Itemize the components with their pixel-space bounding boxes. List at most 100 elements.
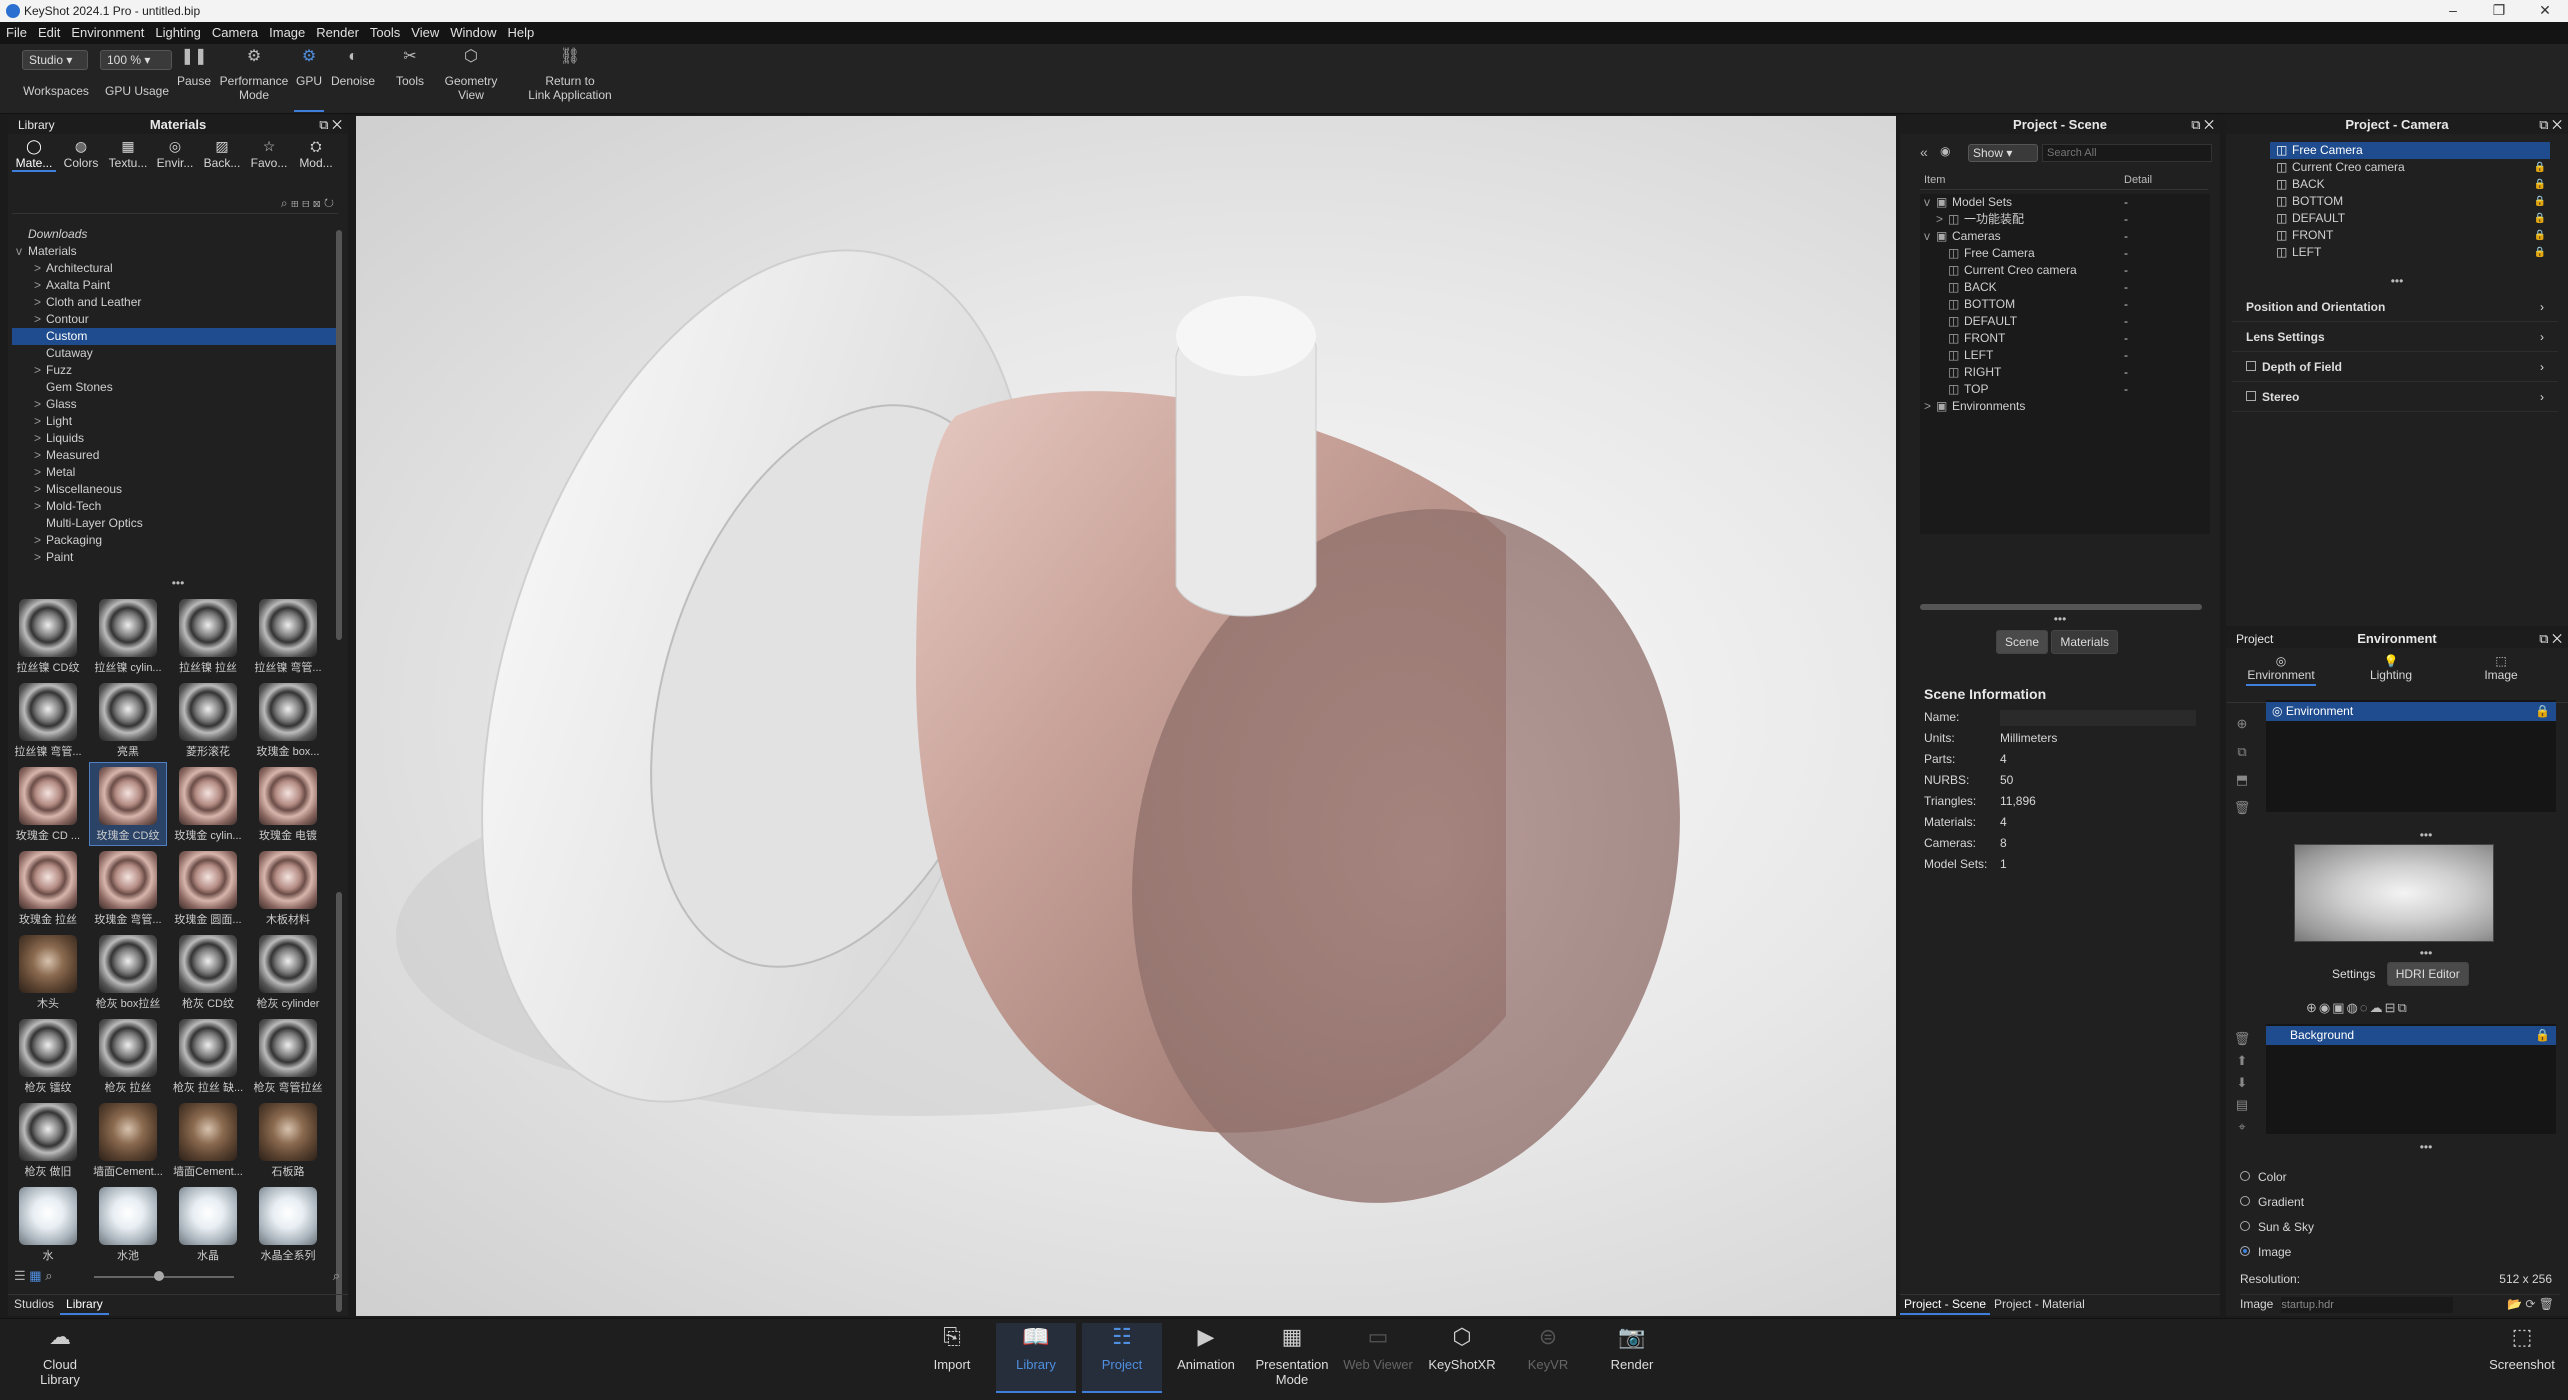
- lock-icon[interactable]: 🔒: [2534, 244, 2546, 261]
- camera-list-item[interactable]: ◫ Free Camera: [2270, 142, 2550, 159]
- show-select[interactable]: Show ▾: [1968, 144, 2038, 162]
- splitter-handle[interactable]: •••: [2226, 828, 2568, 842]
- material-thumbnail[interactable]: 枪灰 做旧: [10, 1099, 86, 1181]
- camera-list-item[interactable]: ◫ DEFAULT 🔒: [2270, 210, 2550, 227]
- minimize-icon[interactable]: –: [2430, 2, 2476, 18]
- lock-icon[interactable]: 🔒: [2534, 227, 2546, 244]
- background-item[interactable]: Background 🔒: [2266, 1026, 2556, 1045]
- add-environment-icon[interactable]: ⊕: [2232, 710, 2252, 738]
- geometry-view-button[interactable]: ⬡ Geometry View: [436, 49, 506, 103]
- expand-icon[interactable]: >: [34, 498, 46, 515]
- material-thumbnail[interactable]: 枪灰 镭纹: [10, 1015, 86, 1097]
- expand-icon[interactable]: >: [34, 481, 46, 498]
- expand-icon[interactable]: >: [34, 447, 46, 464]
- tree-item[interactable]: > Contour: [12, 311, 338, 328]
- tab-project-scene[interactable]: Project - Scene: [1900, 1295, 1991, 1315]
- background-radio[interactable]: Sun & Sky: [2240, 1220, 2560, 1245]
- screenshot-button[interactable]: ⬚ Screenshot: [2482, 1326, 2562, 1373]
- lock-icon[interactable]: 🔒: [2534, 210, 2546, 227]
- workspaces-button[interactable]: Workspaces: [20, 84, 92, 98]
- background-radio[interactable]: Color: [2240, 1170, 2560, 1195]
- expand-icon[interactable]: v: [1924, 194, 1936, 211]
- collapse-icon[interactable]: «: [1920, 144, 1928, 160]
- tree-item[interactable]: Gem Stones: [12, 379, 338, 396]
- scene-tree-item[interactable]: ◫ BACK -: [1920, 279, 2210, 296]
- scene-tree-item[interactable]: ◫ LEFT -: [1920, 347, 2210, 364]
- scene-tree-item[interactable]: ◫ BOTTOM -: [1920, 296, 2210, 313]
- library-tab-0[interactable]: ◯ Mate...: [12, 138, 56, 172]
- menu-camera[interactable]: Camera: [206, 22, 263, 40]
- workspace-select[interactable]: Studio ▾: [22, 50, 88, 70]
- folder-icon[interactable]: ▤: [2232, 1094, 2252, 1116]
- splitter-handle[interactable]: •••: [2226, 946, 2568, 960]
- camera-section[interactable]: Lens Settings ›: [2232, 322, 2558, 352]
- delete-icon[interactable]: 🗑: [2232, 1028, 2252, 1050]
- target-icon[interactable]: ⌖: [2232, 1116, 2252, 1138]
- menu-help[interactable]: Help: [501, 22, 539, 40]
- tab-materials[interactable]: Materials: [2051, 630, 2119, 654]
- tab-settings[interactable]: Settings: [2324, 963, 2383, 985]
- library-search-bar[interactable]: ⌕ ⊞ ⊟ ⊠ ↻: [12, 196, 338, 214]
- file-actions-icon[interactable]: 📂 ⟳ 🗑: [2507, 1297, 2554, 1311]
- return-link-button[interactable]: ⛓ Return to Link Application: [518, 49, 622, 103]
- material-thumbnail[interactable]: 木板材料: [250, 847, 326, 929]
- menu-edit[interactable]: Edit: [32, 22, 65, 40]
- lock-icon[interactable]: 🔒: [2535, 1026, 2550, 1045]
- thumbnail-size-slider[interactable]: [94, 1276, 234, 1278]
- tree-scrollbar[interactable]: [336, 230, 342, 640]
- material-thumbnail[interactable]: 枪灰 box拉丝: [90, 931, 166, 1013]
- material-thumbnail[interactable]: 玫瑰金 电镀: [250, 763, 326, 845]
- tree-item[interactable]: Multi-Layer Optics: [12, 515, 338, 532]
- lock-icon[interactable]: 🔒: [2535, 702, 2550, 721]
- menu-file[interactable]: File: [0, 22, 32, 40]
- expand-icon[interactable]: >: [1924, 398, 1936, 415]
- tab-environment[interactable]: ◎ Environment: [2246, 654, 2316, 686]
- tree-item[interactable]: > Measured: [12, 447, 338, 464]
- image-file-input[interactable]: [2281, 1297, 2454, 1313]
- expand-icon[interactable]: >: [34, 362, 46, 379]
- close-icon[interactable]: ✕: [2522, 2, 2568, 19]
- library-tab-1[interactable]: ◍ Colors: [59, 138, 103, 170]
- performance-mode-button[interactable]: ⚙ Performance Mode: [214, 49, 294, 103]
- material-thumbnail[interactable]: 枪灰 拉丝: [90, 1015, 166, 1097]
- menu-lighting[interactable]: Lighting: [149, 22, 206, 40]
- menu-render[interactable]: Render: [310, 22, 364, 40]
- project-button[interactable]: ☷ Project: [1082, 1323, 1162, 1393]
- close-panel-icon[interactable]: ⧉ ✕: [2191, 116, 2214, 134]
- lock-icon[interactable]: 🔒: [2534, 193, 2546, 210]
- web-viewer-button[interactable]: ▭ Web Viewer: [1338, 1326, 1418, 1373]
- material-thumbnail[interactable]: 石板路: [250, 1099, 326, 1181]
- expand-icon[interactable]: >: [34, 532, 46, 549]
- material-thumbnail[interactable]: 玫瑰金 CD ...: [10, 763, 86, 845]
- keyshotxr-button[interactable]: ⬡ KeyShotXR: [1422, 1326, 1502, 1373]
- material-thumbnail[interactable]: 亮黑: [90, 679, 166, 761]
- keyvr-button[interactable]: ⊜ KeyVR: [1508, 1326, 1588, 1373]
- camera-list-item[interactable]: ◫ BACK 🔒: [2270, 176, 2550, 193]
- library-tab-2[interactable]: ▦ Textu...: [106, 138, 150, 170]
- scene-tree-item[interactable]: > ◫ 一功能装配 -: [1920, 211, 2210, 228]
- material-thumbnail[interactable]: 墙面Cement...: [170, 1099, 246, 1181]
- expand-icon[interactable]: >: [34, 430, 46, 447]
- camera-section[interactable]: Position and Orientation ›: [2232, 292, 2558, 322]
- expand-icon[interactable]: >: [34, 396, 46, 413]
- render-button[interactable]: 📷 Render: [1592, 1326, 1672, 1373]
- material-thumbnail[interactable]: 拉丝镍 拉丝: [170, 595, 246, 677]
- splitter-handle[interactable]: •••: [1900, 612, 2220, 626]
- material-thumbnail[interactable]: 枪灰 弯管拉丝: [250, 1015, 326, 1097]
- scene-tree-item[interactable]: ◫ TOP -: [1920, 381, 2210, 398]
- eye-icon[interactable]: ◉: [1940, 144, 1950, 158]
- pause-button[interactable]: ❚❚ Pause: [176, 49, 212, 89]
- delete-environment-icon[interactable]: 🗑: [2232, 794, 2252, 822]
- close-panel-icon[interactable]: ⧉ ✕: [2539, 116, 2562, 134]
- tree-item[interactable]: v Materials: [12, 243, 338, 260]
- camera-list-item[interactable]: ◫ BOTTOM 🔒: [2270, 193, 2550, 210]
- tree-item[interactable]: > Liquids: [12, 430, 338, 447]
- close-panel-icon[interactable]: ⧉ ✕: [319, 116, 342, 134]
- tree-item[interactable]: > Cloth and Leather: [12, 294, 338, 311]
- material-thumbnail[interactable]: 水晶全系列: [250, 1183, 326, 1265]
- material-thumbnail[interactable]: 拉丝镍 弯管...: [250, 595, 326, 677]
- render-viewport[interactable]: [356, 116, 1896, 1316]
- camera-list-item[interactable]: ◫ Current Creo camera 🔒: [2270, 159, 2550, 176]
- expand-icon[interactable]: >: [34, 277, 46, 294]
- scene-tree-item[interactable]: v ▣ Model Sets -: [1920, 194, 2210, 211]
